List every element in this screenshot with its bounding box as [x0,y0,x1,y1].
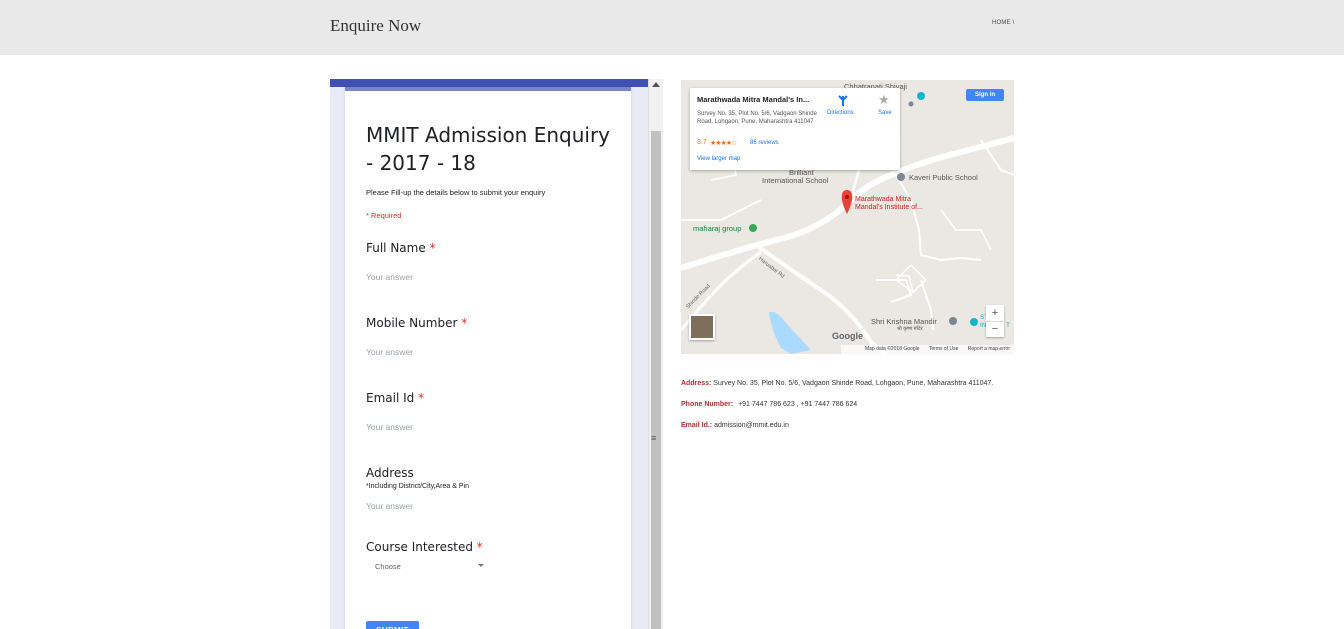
directions-icon[interactable] [837,95,849,107]
address-help: *Including District/City,Area & Pin [366,483,469,490]
mobile-number-label: Mobile Number * [366,316,467,330]
mobile-number-input[interactable]: Your answer [366,347,413,357]
email-value[interactable]: admission@mmit.edu.in [714,422,789,429]
required-star: * [476,540,483,554]
address-label: Address [366,466,414,480]
map-label-t: T [1006,322,1010,329]
email-key: Email Id.: [681,422,713,429]
form-scrollbar[interactable] [648,79,663,629]
map-label-kaveri: Kaveri Public School [909,173,978,182]
course-interested-label: Course Interested * [366,540,483,554]
place-rating: 3.7 [697,139,707,146]
map-label-krishna: Shri Krishna Mandir [871,317,937,326]
required-star: * [418,391,425,405]
map-label-international-school: International School [762,176,829,185]
address-input[interactable]: Your answer [366,501,413,511]
place-name: Marathwada Mitra Mandal's In... [697,95,810,104]
required-star: * [429,241,436,255]
map-footer: Map data ©2018 Google Terms of Use Repor… [841,345,1014,354]
required-star: * [461,316,468,330]
header-bar: Enquire Now HOME \ [0,0,1344,55]
address-key: Address: [681,380,712,387]
zoom-out-button[interactable]: − [986,321,1004,338]
scroll-up-arrow-icon[interactable] [652,82,660,87]
google-logo: Google [832,331,863,341]
zoom-control: + − [986,305,1004,337]
email-id-label-text: Email Id [366,391,415,405]
scroll-grip-icon: ≡ [651,433,657,443]
directions-link[interactable]: Directions [827,110,854,116]
terms-of-use-link[interactable]: Terms of Use [929,346,958,352]
save-link[interactable]: Save [878,110,892,116]
report-map-error-link[interactable]: Report a map error [968,346,1010,352]
place-reviews-link[interactable]: 86 reviews [750,140,779,146]
form-title: MMIT Admission Enquiry - 2017 - 18 [366,123,611,175]
email-id-input[interactable]: Your answer [366,422,413,432]
course-select-value: Choose [375,562,401,571]
view-larger-map-link[interactable]: View larger map [697,156,740,162]
form-accent-bar [330,79,648,87]
map-label-maharaj: maharaj group [693,224,742,233]
google-map[interactable]: Chhatrapati Shivaji Brilliant Internatio… [681,80,1014,354]
map-label-mmm-institute[interactable]: Marathwada Mitra Mandal's Institute of..… [855,196,955,212]
contact-email: Email Id.: admission@mmit.edu.in [681,422,789,429]
full-name-input[interactable]: Your answer [366,272,413,282]
sign-in-button[interactable]: Sign in [966,89,1004,101]
zoom-in-button[interactable]: + [986,305,1004,321]
form-description: Please Fill-up the details below to subm… [366,188,546,197]
map-label-krishna-local: श्री कृष्ण मंदिर [897,326,923,332]
place-address: Survey No. 35, Plot No. 5/6, Vadgaon Shi… [697,111,817,125]
full-name-label-text: Full Name [366,241,426,255]
scroll-thumb[interactable] [651,131,661,629]
required-note: * Required [366,211,402,220]
enquiry-form-frame: MMIT Admission Enquiry - 2017 - 18 Pleas… [330,79,663,629]
contact-address: Address: Survey No. 35, Plot No. 5/6, Va… [681,380,993,387]
course-interested-label-text: Course Interested [366,540,473,554]
star-icon[interactable]: ★ [878,92,890,108]
rating-stars-icon: ★★★★☆ [710,140,737,147]
place-info-card: Marathwada Mitra Mandal's In... Survey N… [690,88,900,170]
phone-value: +91 7447 786 623 , +91 7447 786 624 [738,401,858,408]
full-name-label: Full Name * [366,241,436,255]
email-id-label: Email Id * [366,391,424,405]
mobile-number-label-text: Mobile Number [366,316,458,330]
submit-button[interactable]: SUBMIT [366,621,419,629]
contact-phone: Phone Number: +91 7447 786 623 , +91 744… [681,401,857,408]
map-data-credit: Map data ©2018 Google [864,346,920,352]
course-select[interactable]: Choose [366,559,484,575]
page-title: Enquire Now [330,16,422,35]
satellite-toggle[interactable] [689,314,715,340]
chevron-down-icon [478,564,484,567]
phone-key: Phone Number: [681,401,734,408]
breadcrumb-home[interactable]: HOME \ [992,20,1015,26]
form-card: MMIT Admission Enquiry - 2017 - 18 Pleas… [345,87,631,629]
address-value: Survey No. 35, Plot No. 5/6, Vadgaon Shi… [713,380,994,387]
